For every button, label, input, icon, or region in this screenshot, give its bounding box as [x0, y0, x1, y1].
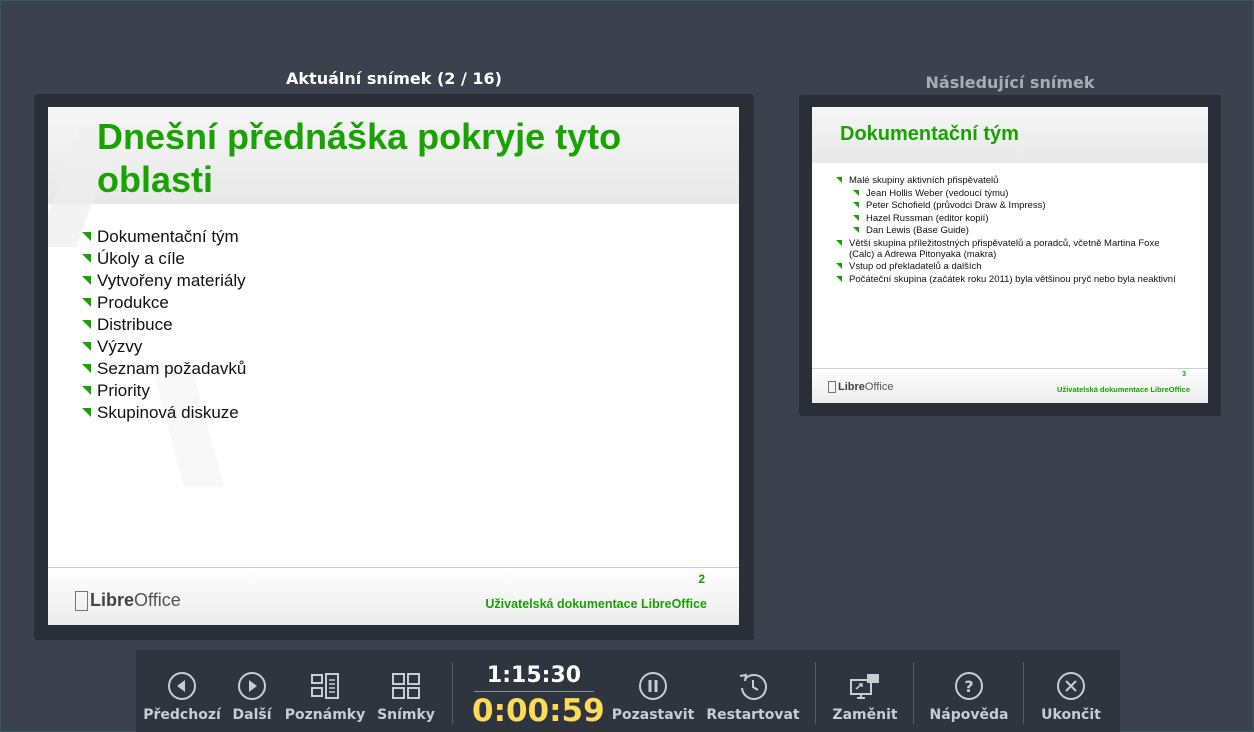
- bullet-item: Úkoly a cíle: [82, 248, 246, 270]
- bullet-item: Počáteční skupina (začátek roku 2011) by…: [836, 274, 1176, 285]
- separator: [452, 662, 453, 724]
- current-slide[interactable]: Dnešní přednáška pokryje tyto oblasti Do…: [48, 107, 739, 625]
- document-icon: [75, 591, 88, 611]
- help-button[interactable]: ? Nápověda: [929, 650, 1009, 732]
- swap-screens-button[interactable]: Zaměnit: [830, 650, 900, 732]
- bullet-icon: [82, 254, 91, 263]
- bullet-icon: [836, 239, 842, 246]
- bullet-icon: [853, 202, 859, 208]
- bullet-item: Peter Schofield (průvodci Draw & Impress…: [853, 200, 1176, 211]
- current-slide-frame: Dnešní přednáška pokryje tyto oblasti Do…: [34, 94, 754, 640]
- previous-button[interactable]: Předchozí: [143, 650, 221, 732]
- notes-button[interactable]: Poznámky: [285, 650, 365, 732]
- bullet-item: Vstup od překladatelů a dalších: [836, 261, 1176, 272]
- bullet-icon: [82, 364, 91, 373]
- slide-title: Dnešní přednáška pokryje tyto oblasti: [97, 116, 622, 200]
- restart-button[interactable]: Restartovat: [706, 650, 800, 732]
- bullet-icon: [82, 232, 91, 241]
- exit-button[interactable]: Ukončit: [1038, 650, 1104, 732]
- restart-clock-icon: [737, 670, 769, 702]
- bullet-icon: [836, 177, 842, 183]
- close-icon: [1055, 670, 1087, 702]
- elapsed-time: 0:00:59: [472, 693, 605, 729]
- bullet-item: Malé skupiny aktivních přispěvatelů: [836, 175, 1176, 186]
- bullet-icon: [853, 189, 859, 196]
- libreoffice-logo: LibreOffice: [828, 381, 893, 393]
- swap-monitor-icon: [849, 670, 881, 702]
- separator: [913, 662, 914, 724]
- next-icon: [236, 670, 268, 702]
- pause-icon: [637, 670, 669, 702]
- bullet-item: Jean Hollis Weber (vedoucí týmu): [853, 188, 1176, 199]
- bullet-item: Skupinová diskuze: [82, 402, 246, 424]
- slide-title: Dokumentační tým: [840, 123, 1019, 145]
- timer-display: 1:15:30 0:00:59: [472, 662, 605, 729]
- bullet-item: Vytvořeny materiály: [82, 270, 246, 292]
- next-slide[interactable]: Dokumentační tým Malé skupiny aktivních …: [812, 107, 1208, 403]
- bullet-item: Hazel Russman (editor kopií): [853, 213, 1176, 224]
- bullet-icon: [836, 263, 842, 269]
- clock-time: 1:15:30: [486, 663, 582, 688]
- bullet-icon: [82, 342, 91, 351]
- bullet-icon: [82, 320, 91, 329]
- bullet-icon: [853, 227, 859, 233]
- help-icon: ?: [953, 670, 985, 702]
- separator: [815, 662, 816, 724]
- document-icon: [828, 381, 836, 393]
- bullet-icon: [82, 386, 91, 395]
- grid-icon: [390, 670, 422, 702]
- bullet-icon: [82, 298, 91, 307]
- presenter-toolbar: Předchozí Další Poznámky Snímky 1:15:30 …: [136, 650, 1120, 732]
- slide-footer: LibreOffice 2 Uživatelská dokumentace Li…: [48, 567, 739, 625]
- bullet-list: Dokumentační tým Úkoly a cíle Vytvořeny …: [82, 226, 246, 424]
- bullet-item: Dan Lewis (Base Guide): [853, 225, 1176, 236]
- slide-number: 3: [1182, 371, 1186, 378]
- bullet-item: Produkce: [82, 292, 246, 314]
- previous-icon: [166, 670, 198, 702]
- bullet-icon: [836, 275, 842, 282]
- bullet-icon: [853, 214, 859, 221]
- slide-footer-text: Uživatelská dokumentace LibreOffice: [485, 597, 707, 611]
- pause-button[interactable]: Pozastavit: [612, 650, 694, 732]
- libreoffice-logo: LibreOffice: [75, 590, 181, 611]
- bullet-item: Seznam požadavků: [82, 358, 246, 380]
- bullet-list: Malé skupiny aktivních přispěvatelů Jean…: [836, 175, 1176, 286]
- slides-button[interactable]: Snímky: [376, 650, 436, 732]
- bullet-item: Větší skupina příležitostných přispěvate…: [836, 238, 1176, 260]
- separator: [1023, 662, 1024, 724]
- slide-footer-text: Uživatelská dokumentace LibreOffice: [1057, 385, 1190, 394]
- bullet-item: Výzvy: [82, 336, 246, 358]
- bullet-icon: [82, 276, 91, 285]
- current-slide-label: Aktuální snímek (2 / 16): [286, 69, 502, 88]
- bullet-item: Dokumentační tým: [82, 226, 246, 248]
- next-button[interactable]: Další: [230, 650, 274, 732]
- next-slide-label: Následující snímek: [925, 73, 1095, 92]
- next-slide-frame: Dokumentační tým Malé skupiny aktivních …: [799, 95, 1221, 416]
- notes-icon: [309, 670, 341, 702]
- timer-divider: [474, 691, 594, 692]
- bullet-item: Distribuce: [82, 314, 246, 336]
- bullet-icon: [82, 408, 91, 417]
- svg-text:?: ?: [964, 677, 973, 696]
- bullet-item: Priority: [82, 380, 246, 402]
- slide-number: 2: [698, 572, 705, 586]
- slide-footer: LibreOffice 3 Uživatelská dokumentace Li…: [812, 368, 1208, 403]
